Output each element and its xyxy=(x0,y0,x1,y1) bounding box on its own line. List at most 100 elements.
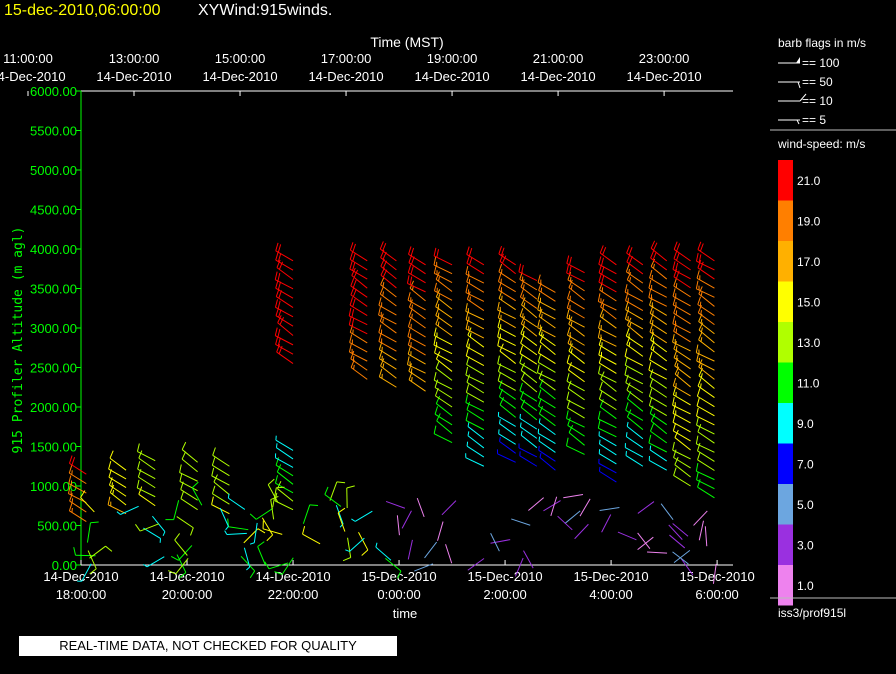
barb-feather xyxy=(520,430,523,436)
bottom-tick-date: 15-Dec-2010 xyxy=(574,569,649,584)
barb-shaft xyxy=(649,396,667,407)
barb-feather xyxy=(375,542,378,548)
barb-feather xyxy=(73,547,77,556)
wind-barb xyxy=(109,450,127,471)
wind-barb xyxy=(538,282,556,302)
colorbar-label: 17.0 xyxy=(797,255,821,269)
barb-feather xyxy=(696,471,699,480)
wind-barb xyxy=(380,249,397,271)
barb-feather xyxy=(411,313,413,319)
top-tick-date: 14-Dec-2010 xyxy=(96,69,171,84)
barb-shaft xyxy=(441,500,457,516)
barb-shaft xyxy=(566,445,585,455)
barb-feather xyxy=(672,414,676,423)
barb-feather xyxy=(434,406,439,415)
barb-feather xyxy=(649,269,653,279)
barb-feather xyxy=(537,292,541,301)
barb-shaft xyxy=(498,289,516,302)
top-tick-time: 23:00:00 xyxy=(639,51,690,66)
barb-feather xyxy=(382,291,384,296)
barb-shaft xyxy=(243,547,251,568)
barb-feather xyxy=(181,441,187,450)
wind-barb xyxy=(498,290,516,311)
barb-shaft xyxy=(335,505,344,525)
wind-barb xyxy=(598,458,617,474)
barb-shaft xyxy=(212,493,230,505)
barb-feather xyxy=(519,355,523,364)
barb-shaft xyxy=(637,536,654,550)
barb-shaft xyxy=(228,526,249,531)
colorbar-swatch xyxy=(778,160,793,201)
barb-feather xyxy=(499,419,501,424)
barb-feather xyxy=(695,253,699,262)
wind-barb xyxy=(179,464,198,482)
barb-feather xyxy=(566,437,569,446)
wind-barb xyxy=(408,246,426,266)
colorbar: 21.0 19.0 17.0 15.0 13.0 11.0 9.0 7.0 5.0 3.0 1.0 xyxy=(778,160,821,606)
barb-feather xyxy=(274,271,278,280)
barb-feather xyxy=(519,308,524,317)
barb-feather xyxy=(246,566,251,571)
wind-barb xyxy=(466,273,485,293)
barb-feather xyxy=(349,297,354,306)
barb-shaft xyxy=(598,418,617,429)
wind-barb xyxy=(375,542,392,561)
wind-barb xyxy=(648,434,667,453)
barb-feather xyxy=(266,534,273,542)
barb-feather xyxy=(600,257,604,266)
colorbar-swatch xyxy=(778,362,793,403)
barb-shaft xyxy=(138,476,156,489)
wind-barb xyxy=(704,526,708,547)
barb-shaft xyxy=(511,518,531,526)
barb-shaft xyxy=(543,500,561,512)
wind-barb xyxy=(379,286,397,307)
barb-feather xyxy=(467,431,470,436)
barb-feather xyxy=(378,350,383,359)
barb-feather xyxy=(352,288,357,297)
barb-shaft xyxy=(625,455,644,467)
wind-barb xyxy=(519,451,538,467)
wind-barb xyxy=(324,486,342,507)
barb-shaft xyxy=(268,562,289,570)
barb-feather xyxy=(566,373,570,382)
barb-shaft xyxy=(579,498,591,517)
barb-shaft xyxy=(378,341,397,352)
barb-shaft xyxy=(598,362,617,374)
barb-flags-title: barb flags in m/s xyxy=(778,36,866,50)
barb-feather xyxy=(179,473,183,482)
wind-barb xyxy=(107,496,127,515)
barb-flag-barb5: == 5 xyxy=(778,113,826,127)
barb-feather xyxy=(212,447,216,456)
barb-feather xyxy=(468,256,473,266)
bottom-tick-date: 15-Dec-2010 xyxy=(467,569,542,584)
wind-barb xyxy=(435,360,453,381)
barb-feather xyxy=(171,555,179,561)
barb-feather xyxy=(469,332,472,338)
wind-barb xyxy=(648,289,667,307)
wind-barb xyxy=(212,447,230,467)
wind-barb xyxy=(650,258,668,280)
wind-barb xyxy=(624,357,644,376)
barb-shaft xyxy=(275,306,294,318)
wind-barb xyxy=(624,284,644,302)
barb-feather xyxy=(497,355,500,364)
barb-feather xyxy=(672,315,676,324)
wind-barb xyxy=(358,532,369,556)
barb-feather xyxy=(537,354,542,363)
barb-shaft xyxy=(523,550,534,569)
barb-feather xyxy=(566,354,570,363)
barb-feather xyxy=(465,412,469,421)
barb-feather xyxy=(697,423,702,433)
barb-feather xyxy=(465,384,470,393)
colorbar-label: 21.0 xyxy=(797,174,821,188)
barb-feather xyxy=(438,294,441,299)
wind-barb xyxy=(143,527,161,543)
barb-shaft xyxy=(109,457,127,471)
barb-feather xyxy=(465,303,468,312)
flag-mark xyxy=(797,81,801,89)
barb-feather xyxy=(180,490,185,499)
barb-feather xyxy=(350,287,355,296)
wind-barb xyxy=(407,539,413,560)
barb-shaft xyxy=(407,353,426,365)
barb-feather xyxy=(465,366,469,376)
